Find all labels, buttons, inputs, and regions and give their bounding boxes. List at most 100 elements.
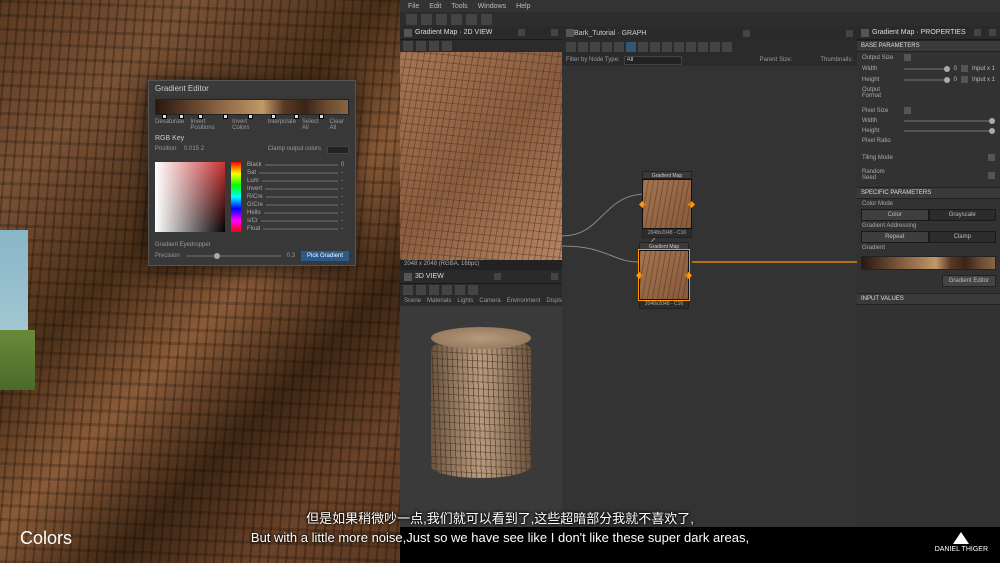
gradient-editor-button[interactable]: Gradient Editor: [942, 275, 996, 287]
node-gradient-map-1[interactable]: Gradient Map 2048x2048 - C16: [642, 171, 692, 238]
icon[interactable]: [988, 154, 995, 161]
toolbar-button[interactable]: [466, 14, 477, 25]
color-picker[interactable]: [155, 162, 225, 232]
tab-repeat[interactable]: Repeat: [861, 231, 929, 243]
ch-slider[interactable]: [265, 188, 338, 190]
gradient-stop[interactable]: [294, 114, 299, 119]
tool-icon[interactable]: [590, 42, 600, 52]
panel-close-icon[interactable]: [551, 273, 558, 280]
pin-icon[interactable]: [861, 29, 869, 37]
tool-icon[interactable]: [638, 42, 648, 52]
panel-header-graph[interactable]: Bark_Tutorial · GRAPH: [562, 26, 857, 40]
tool-icon[interactable]: [674, 42, 684, 52]
tab-clamp[interactable]: Clamp: [929, 231, 997, 243]
pin-icon[interactable]: [404, 29, 412, 37]
panel-header-props[interactable]: Gradient Map · PROPERTIES: [857, 26, 1000, 40]
gradient-preview-bar[interactable]: [861, 256, 996, 270]
action-invert-colors[interactable]: Invert Colors: [232, 119, 262, 131]
tool-icon[interactable]: [416, 41, 426, 51]
tool-icon[interactable]: [416, 285, 426, 295]
action-select-all[interactable]: Select All: [302, 119, 324, 131]
width-slider[interactable]: [904, 68, 950, 70]
menu-tools[interactable]: Tools: [451, 3, 467, 10]
gradient-stop[interactable]: [223, 114, 228, 119]
tool-icon[interactable]: [614, 42, 624, 52]
clamp-field[interactable]: [327, 146, 349, 154]
action-interpolate[interactable]: Interpolate: [268, 119, 296, 131]
section-base[interactable]: BASE PARAMETERS: [857, 40, 1000, 52]
node-thumb[interactable]: [639, 250, 689, 300]
tool-icon[interactable]: [650, 42, 660, 52]
ch-slider[interactable]: [265, 164, 338, 166]
material-preview-cylinder[interactable]: [431, 338, 531, 498]
pin-icon[interactable]: [404, 273, 412, 281]
tool-icon[interactable]: [602, 42, 612, 52]
ch-slider[interactable]: [266, 204, 338, 206]
gradient-editor-dialog[interactable]: Gradient Editor Desaturate Invert Positi…: [148, 80, 356, 266]
gradient-stop[interactable]: [271, 114, 276, 119]
tab-color[interactable]: Color: [861, 209, 929, 221]
panel-header-2d[interactable]: Gradient Map · 2D VIEW: [400, 26, 562, 40]
menu-scene[interactable]: Scene: [404, 298, 421, 304]
tool-icon[interactable]: [442, 285, 452, 295]
tool-icon[interactable]: [403, 41, 413, 51]
gradient-stop[interactable]: [198, 114, 203, 119]
ch-slider[interactable]: [263, 228, 338, 230]
panel-close-icon[interactable]: [846, 30, 853, 37]
menu-windows[interactable]: Windows: [478, 3, 506, 10]
pin-icon[interactable]: [566, 29, 574, 37]
toolbar-button[interactable]: [436, 14, 447, 25]
pick-gradient-button[interactable]: Pick Gradient: [301, 251, 349, 261]
tool-icon[interactable]: [468, 285, 478, 295]
toolbar-button[interactable]: [481, 14, 492, 25]
node-thumb[interactable]: [642, 179, 692, 229]
panel-close-icon[interactable]: [551, 29, 558, 36]
icon[interactable]: [961, 76, 968, 83]
panel-ctrl-icon[interactable]: [494, 273, 501, 280]
view-2d[interactable]: [400, 40, 562, 260]
tool-icon[interactable]: [722, 42, 732, 52]
tool-icon[interactable]: [698, 42, 708, 52]
action-desaturate[interactable]: Desaturate: [155, 119, 184, 131]
action-clear-all[interactable]: Clear All: [330, 119, 349, 131]
panel-ctrl-icon[interactable]: [974, 29, 981, 36]
height-slider[interactable]: [904, 79, 950, 81]
tool-icon[interactable]: [686, 42, 696, 52]
tool-icon[interactable]: [566, 42, 576, 52]
tool-icon[interactable]: [429, 41, 439, 51]
hue-slider[interactable]: [231, 162, 241, 232]
tool-icon[interactable]: [442, 41, 452, 51]
tool-icon[interactable]: [429, 285, 439, 295]
panel-ctrl-icon[interactable]: [518, 29, 525, 36]
menu-edit[interactable]: Edit: [429, 3, 441, 10]
lock-icon[interactable]: [904, 107, 911, 114]
gradient-stop[interactable]: [319, 114, 324, 119]
tool-icon[interactable]: [710, 42, 720, 52]
dialog-title[interactable]: Gradient Editor: [149, 81, 355, 95]
gradient-stop[interactable]: [162, 114, 167, 119]
icon[interactable]: [961, 65, 968, 72]
tool-icon[interactable]: [578, 42, 588, 52]
tool-icon[interactable]: [626, 42, 636, 52]
menu-materials[interactable]: Materials: [427, 298, 451, 304]
tool-icon[interactable]: [662, 42, 672, 52]
graph-canvas[interactable]: Gradient Map 2048x2048 - C16 Gradient Ma…: [562, 66, 857, 527]
tool-icon[interactable]: [403, 285, 413, 295]
precision-slider[interactable]: [186, 255, 281, 257]
toolbar-button[interactable]: [421, 14, 432, 25]
section-input-values[interactable]: INPUT VALUES: [857, 293, 1000, 305]
ch-slider[interactable]: [261, 220, 338, 222]
ch-slider[interactable]: [266, 196, 338, 198]
panel-close-icon[interactable]: [989, 29, 996, 36]
node-gradient-map-2[interactable]: Gradient Map 2048x2048 - C16: [639, 242, 689, 309]
dialog-gradient-bar[interactable]: [155, 99, 349, 115]
pixel-h-slider[interactable]: [904, 130, 995, 132]
toolbar-button[interactable]: [451, 14, 462, 25]
gradient-stop[interactable]: [248, 114, 253, 119]
lock-icon[interactable]: [904, 54, 911, 61]
menu-file[interactable]: File: [408, 3, 419, 10]
ch-slider[interactable]: [259, 172, 338, 174]
pixel-w-slider[interactable]: [904, 120, 995, 122]
menu-lights[interactable]: Lights: [457, 298, 473, 304]
ch-slider[interactable]: [264, 212, 338, 214]
